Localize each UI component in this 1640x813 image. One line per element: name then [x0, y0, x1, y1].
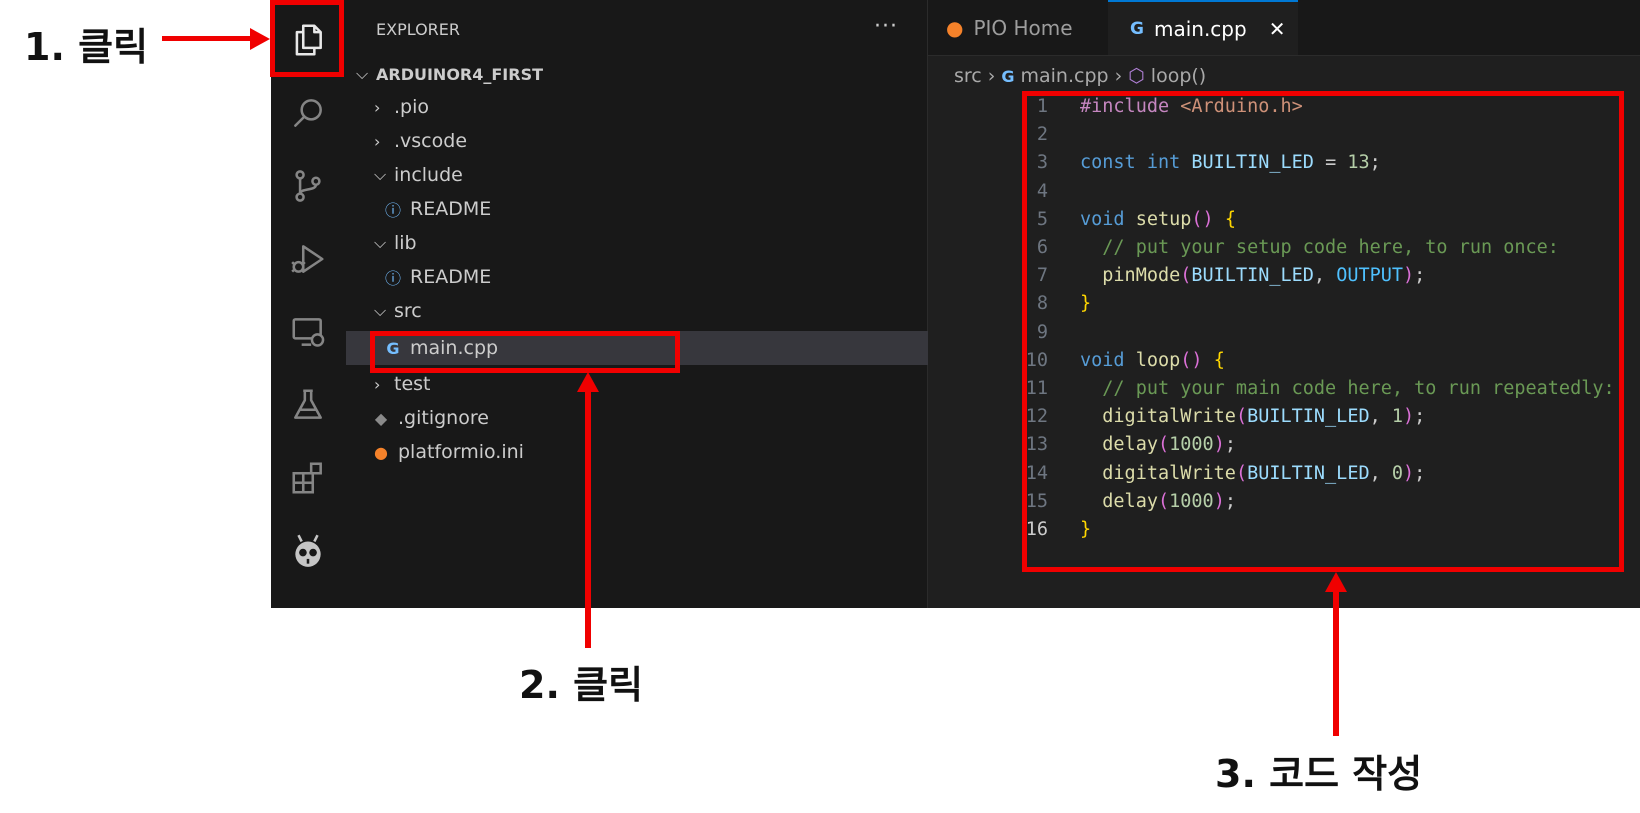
- tree-item-label: lib: [394, 232, 417, 254]
- chevron-down-icon: ⌵: [374, 301, 387, 320]
- explorer-title: EXPLORER: [376, 20, 460, 39]
- tab-main-cpp[interactable]: G main.cpp ✕: [1108, 0, 1298, 55]
- chevron-down-icon: ⌵: [356, 64, 369, 83]
- chevron-right-icon: ›: [374, 374, 381, 394]
- testing-icon[interactable]: [281, 378, 335, 432]
- project-name: ARDUINOR4_FIRST: [376, 64, 544, 84]
- chevron-right-icon: ›: [374, 131, 381, 151]
- tree-item-label: platformio.ini: [398, 441, 524, 463]
- step3-label: 3. 코드 작성: [1215, 752, 1423, 796]
- step1-arrow-line: [162, 36, 254, 41]
- activity-bar: [271, 0, 347, 608]
- chevron-right-icon: ›: [1114, 65, 1123, 87]
- step2-arrow-line: [585, 390, 591, 648]
- breadcrumb-file[interactable]: main.cpp: [1021, 65, 1109, 87]
- step1-label: 1. 클릭: [24, 25, 149, 69]
- tree-item-label: README: [410, 198, 492, 220]
- tree-item-pio[interactable]: › .pio: [346, 90, 955, 124]
- chevron-down-icon: ⌵: [374, 233, 387, 252]
- tree-item-label: test: [394, 373, 431, 395]
- info-icon: ⓘ: [384, 201, 401, 220]
- close-icon[interactable]: ✕: [1269, 17, 1286, 41]
- more-actions-button[interactable]: ···: [874, 14, 898, 39]
- tree-item-include-readme[interactable]: ⓘ README: [346, 192, 963, 226]
- breadcrumb: src › G main.cpp › ⬡ loop(): [928, 56, 1640, 96]
- info-icon: ⓘ: [384, 269, 401, 288]
- run-debug-icon[interactable]: [281, 232, 335, 286]
- highlight-explorer-icon: [270, 0, 344, 77]
- tree-item-label: README: [410, 266, 492, 288]
- chevron-right-icon: ›: [374, 97, 381, 117]
- breadcrumb-symbol[interactable]: loop(): [1151, 65, 1206, 87]
- tree-item-lib[interactable]: ⌵ lib: [346, 226, 955, 260]
- search-icon[interactable]: [281, 86, 335, 140]
- tree-item-label: .gitignore: [398, 407, 489, 429]
- platformio-icon: ●: [946, 15, 964, 40]
- tree-item-platformio-ini[interactable]: ● platformio.ini: [346, 435, 951, 469]
- highlight-main-cpp: [370, 331, 680, 373]
- highlight-code: [1022, 91, 1624, 572]
- tab-label: main.cpp: [1153, 16, 1247, 41]
- tab-label: PIO Home: [973, 15, 1073, 40]
- remote-explorer-icon[interactable]: [281, 305, 335, 359]
- tree-item-gitignore[interactable]: ◆ .gitignore: [346, 401, 951, 435]
- cpp-file-icon: G: [1001, 66, 1015, 86]
- breadcrumb-folder[interactable]: src: [954, 65, 982, 87]
- tab-bar: ● PIO Home G main.cpp ✕: [928, 0, 1640, 56]
- cpp-file-icon: G: [1130, 18, 1144, 39]
- project-folder[interactable]: ⌵ ARDUINOR4_FIRST: [346, 57, 937, 91]
- extensions-icon[interactable]: [281, 451, 335, 505]
- tree-item-label: src: [394, 300, 422, 322]
- step3-arrow-head: [1325, 572, 1347, 592]
- step2-label: 2. 클릭: [519, 663, 644, 707]
- tab-pio-home[interactable]: ● PIO Home: [928, 0, 1108, 55]
- tree-item-label: include: [394, 164, 463, 186]
- platformio-file-icon: ●: [374, 442, 388, 462]
- chevron-right-icon: ›: [987, 65, 996, 87]
- tree-item-src[interactable]: ⌵ src: [346, 294, 955, 328]
- tree-item-vscode[interactable]: › .vscode: [346, 124, 955, 158]
- platformio-icon[interactable]: [281, 524, 335, 578]
- tree-item-label: .pio: [394, 96, 430, 118]
- tree-item-label: .vscode: [394, 130, 468, 152]
- git-file-icon: ◆: [374, 408, 388, 428]
- explorer-sidebar: EXPLORER ··· ⌵ ARDUINOR4_FIRST › .pio › …: [346, 0, 963, 608]
- step3-arrow-line: [1333, 590, 1339, 736]
- method-icon: ⬡: [1128, 65, 1145, 87]
- tree-item-lib-readme[interactable]: ⓘ README: [346, 260, 963, 294]
- step1-arrow-head: [250, 28, 270, 50]
- chevron-down-icon: ⌵: [374, 165, 387, 184]
- step2-arrow-head: [577, 372, 599, 392]
- source-control-icon[interactable]: [281, 159, 335, 213]
- tree-item-include[interactable]: ⌵ include: [346, 158, 955, 192]
